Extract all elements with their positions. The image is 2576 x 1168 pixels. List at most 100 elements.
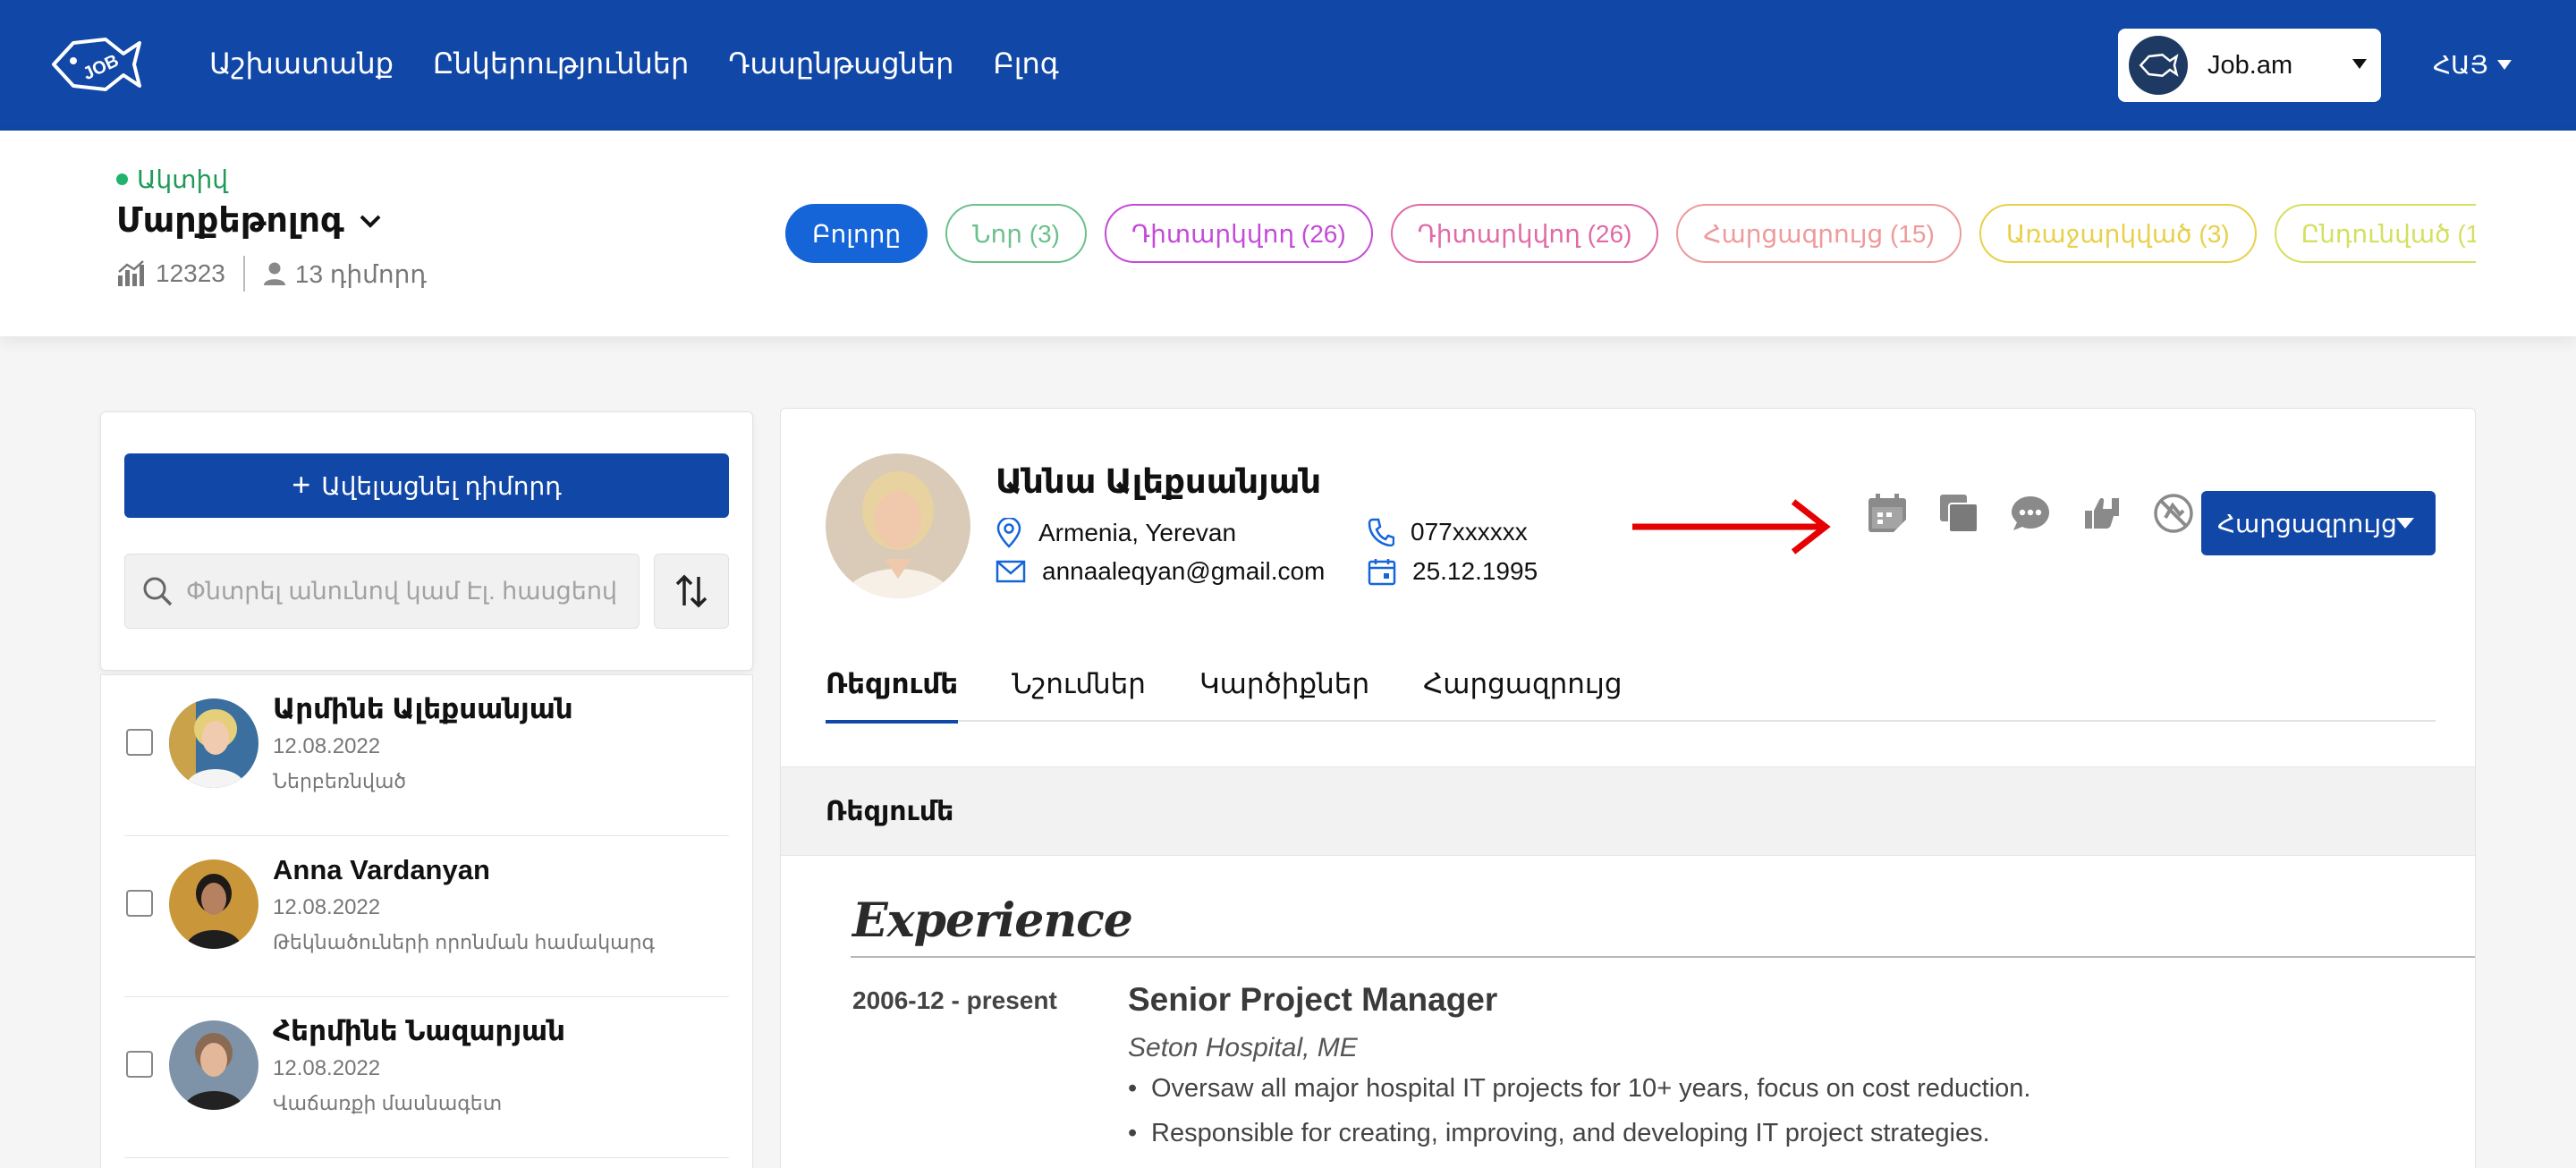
search-input[interactable]	[186, 577, 615, 605]
candidate-source: Թեկնածուների որոնման համակարգ	[273, 931, 655, 953]
applicants-count: 13 դիմորդ	[294, 259, 427, 288]
candidate-detail: Աննա Ալեքսանյան Armenia, Yerevan annaale…	[780, 408, 2476, 1168]
job-stats: 12323 13 դիմորդ	[116, 256, 427, 292]
status-tab[interactable]: Ընդունված (1)	[2274, 204, 2476, 263]
status-tab-label: Ընդունված (1)	[2301, 219, 2476, 248]
job-title-dropdown[interactable]: Մարքեթոլոգ	[116, 200, 382, 241]
tab-resume[interactable]: Ռեզյումե	[826, 659, 959, 724]
avatar	[169, 859, 258, 949]
list-item[interactable]: Արմինե Ալեքսանյան 12.08.2022 Ներբեռնված	[124, 675, 729, 836]
status-tab[interactable]: Հարցազրույց (15)	[1676, 204, 1962, 263]
chevron-down-icon	[2496, 60, 2512, 70]
status-tab-label: Դիտարկվող (26)	[1417, 219, 1632, 248]
job-status: Ակտիվ	[116, 165, 228, 194]
bullet-text: Responsible for creating, improving, and…	[1151, 1119, 1990, 1147]
job-status-label: Ակտիվ	[137, 165, 228, 193]
email-text: annaaleqyan@gmail.com	[1042, 557, 1326, 585]
chevron-down-icon	[2396, 518, 2414, 529]
hide-icon[interactable]	[2153, 493, 2194, 534]
candidate-name: Հերմինե Նազարյան	[273, 1015, 566, 1046]
nav-link-blog[interactable]: Բլոգ	[993, 47, 1058, 80]
tab-interview[interactable]: Հարցազրույց	[1423, 659, 1622, 722]
search-icon	[143, 577, 173, 606]
bar-chart-icon	[118, 260, 144, 286]
calendar-icon	[1368, 559, 1396, 586]
main-nav: Աշխատանք Ընկերություններ Դասընթացներ Բլո…	[209, 47, 1059, 80]
chat-icon[interactable]	[2010, 493, 2051, 534]
language-switcher[interactable]: ՀԱՅ	[2433, 50, 2512, 80]
experience-company: Seton Hospital, ME	[1128, 1033, 1358, 1062]
divider	[242, 256, 245, 292]
location-text: Armenia, Yerevan	[1038, 519, 1237, 546]
nav-link-jobs[interactable]: Աշխատանք	[209, 47, 394, 80]
candidate-search[interactable]	[124, 554, 640, 629]
applicants-stat: 13 դիմորդ	[263, 259, 427, 289]
status-tab[interactable]: Բոլորը	[785, 204, 928, 263]
company-switcher[interactable]: Job.am	[2118, 29, 2381, 102]
list-item[interactable]: Anna Vardanyan 12.08.2022 Թեկնածուների ո…	[124, 836, 729, 997]
resume-heading: Experience	[852, 893, 1133, 948]
status-tab[interactable]: Դիտարկվող (26)	[1390, 204, 1659, 263]
thumbs-icon[interactable]	[2081, 493, 2123, 534]
nav-link-companies[interactable]: Ընկերություններ	[433, 47, 689, 80]
candidate-checkbox[interactable]	[126, 729, 153, 756]
candidate-name: Anna Vardanyan	[273, 854, 490, 885]
candidate-tools: + Ավելացնել դիմորդ	[100, 411, 753, 671]
plus-icon: +	[292, 465, 311, 503]
sort-arrows-icon	[675, 574, 708, 608]
tab-notes[interactable]: Նշումներ	[1012, 659, 1146, 722]
tab-reviews[interactable]: Կարծիքներ	[1199, 659, 1369, 722]
resume-document: Experience 2006-12 - present Senior Proj…	[781, 856, 2475, 1168]
candidate-birthdate: 25.12.1995	[1368, 557, 1538, 586]
candidate-name: Արմինե Ալեքսանյան	[273, 693, 573, 724]
candidate-source: Վաճառքի մասնագետ	[273, 1092, 503, 1114]
job-title: Մարքեթոլոգ	[116, 202, 344, 240]
resume-section-title: Ռեզյումե	[826, 797, 954, 826]
stage-dropdown-button[interactable]: Հարցազրույց	[2201, 491, 2436, 555]
avatar	[826, 453, 970, 598]
status-tab[interactable]: Նոր (3)	[945, 204, 1087, 263]
add-candidate-button[interactable]: + Ավելացնել դիմորդ	[124, 453, 729, 518]
avatar	[169, 1020, 258, 1110]
phone-text: 077xxxxxx	[1411, 518, 1528, 546]
stage-label: Հարցազրույց	[2217, 509, 2397, 537]
candidate-email[interactable]: annaaleqyan@gmail.com	[996, 557, 1325, 586]
candidate-checkbox[interactable]	[126, 1051, 153, 1078]
nav-link-courses[interactable]: Դասընթացներ	[728, 47, 953, 80]
status-tab-label: Նոր (3)	[972, 219, 1060, 248]
status-tab[interactable]: Դիտարկվող (26)	[1105, 204, 1373, 263]
candidate-location: Armenia, Yerevan	[996, 518, 1236, 548]
location-pin-icon	[996, 518, 1021, 548]
status-tab[interactable]: Առաջարկված (3)	[1979, 204, 2257, 263]
status-tab-label: Բոլորը	[812, 219, 902, 248]
company-name: Job.am	[2207, 50, 2293, 80]
chevron-down-icon	[2352, 59, 2367, 69]
bullet-text: Oversaw all major hospital IT projects f…	[1151, 1074, 2031, 1103]
candidate-date: 12.08.2022	[273, 895, 381, 919]
sort-button[interactable]	[654, 554, 729, 629]
jobam-logo[interactable]: JOB	[47, 30, 145, 98]
candidate-full-name: Աննա Ալեքսանյան	[996, 463, 1322, 500]
top-navigation: JOB Աշխատանք Ընկերություններ Դասընթացներ…	[0, 0, 2576, 131]
add-candidate-label: Ավելացնել դիմորդ	[321, 471, 562, 500]
candidate-checkbox[interactable]	[126, 890, 153, 917]
list-item[interactable]: Հերմինե Նազարյան 12.08.2022 Վաճառքի մասն…	[124, 997, 729, 1158]
status-dot-icon	[116, 174, 128, 185]
views-count: 12323	[156, 259, 225, 287]
candidate-list: Արմինե Ալեքսանյան 12.08.2022 Ներբեռնված …	[100, 674, 753, 1168]
birthdate-text: 25.12.1995	[1412, 557, 1538, 585]
job-header: Ակտիվ Մարքեթոլոգ 12323 13 դիմորդ Բոլորը Ն…	[0, 131, 2576, 336]
experience-bullet: • Responsible for creating, improving, an…	[1128, 1119, 1990, 1147]
chevron-down-icon	[360, 215, 381, 228]
calendar-icon[interactable]	[1867, 493, 1908, 534]
copy-icon[interactable]	[1938, 493, 1979, 534]
candidate-tabs: Ռեզյումե Նշումներ Կարծիքներ Հարցազրույց	[826, 659, 2436, 724]
candidate-phone[interactable]: 077xxxxxx	[1368, 518, 1528, 546]
divider	[851, 956, 2475, 958]
resume-section-header: Ռեզյումե	[781, 766, 2475, 856]
company-avatar	[2129, 36, 2188, 95]
candidate-source: Ներբեռնված	[273, 770, 407, 792]
avatar	[169, 698, 258, 788]
views-stat: 12323	[116, 259, 225, 288]
experience-period: 2006-12 - present	[852, 986, 1057, 1014]
